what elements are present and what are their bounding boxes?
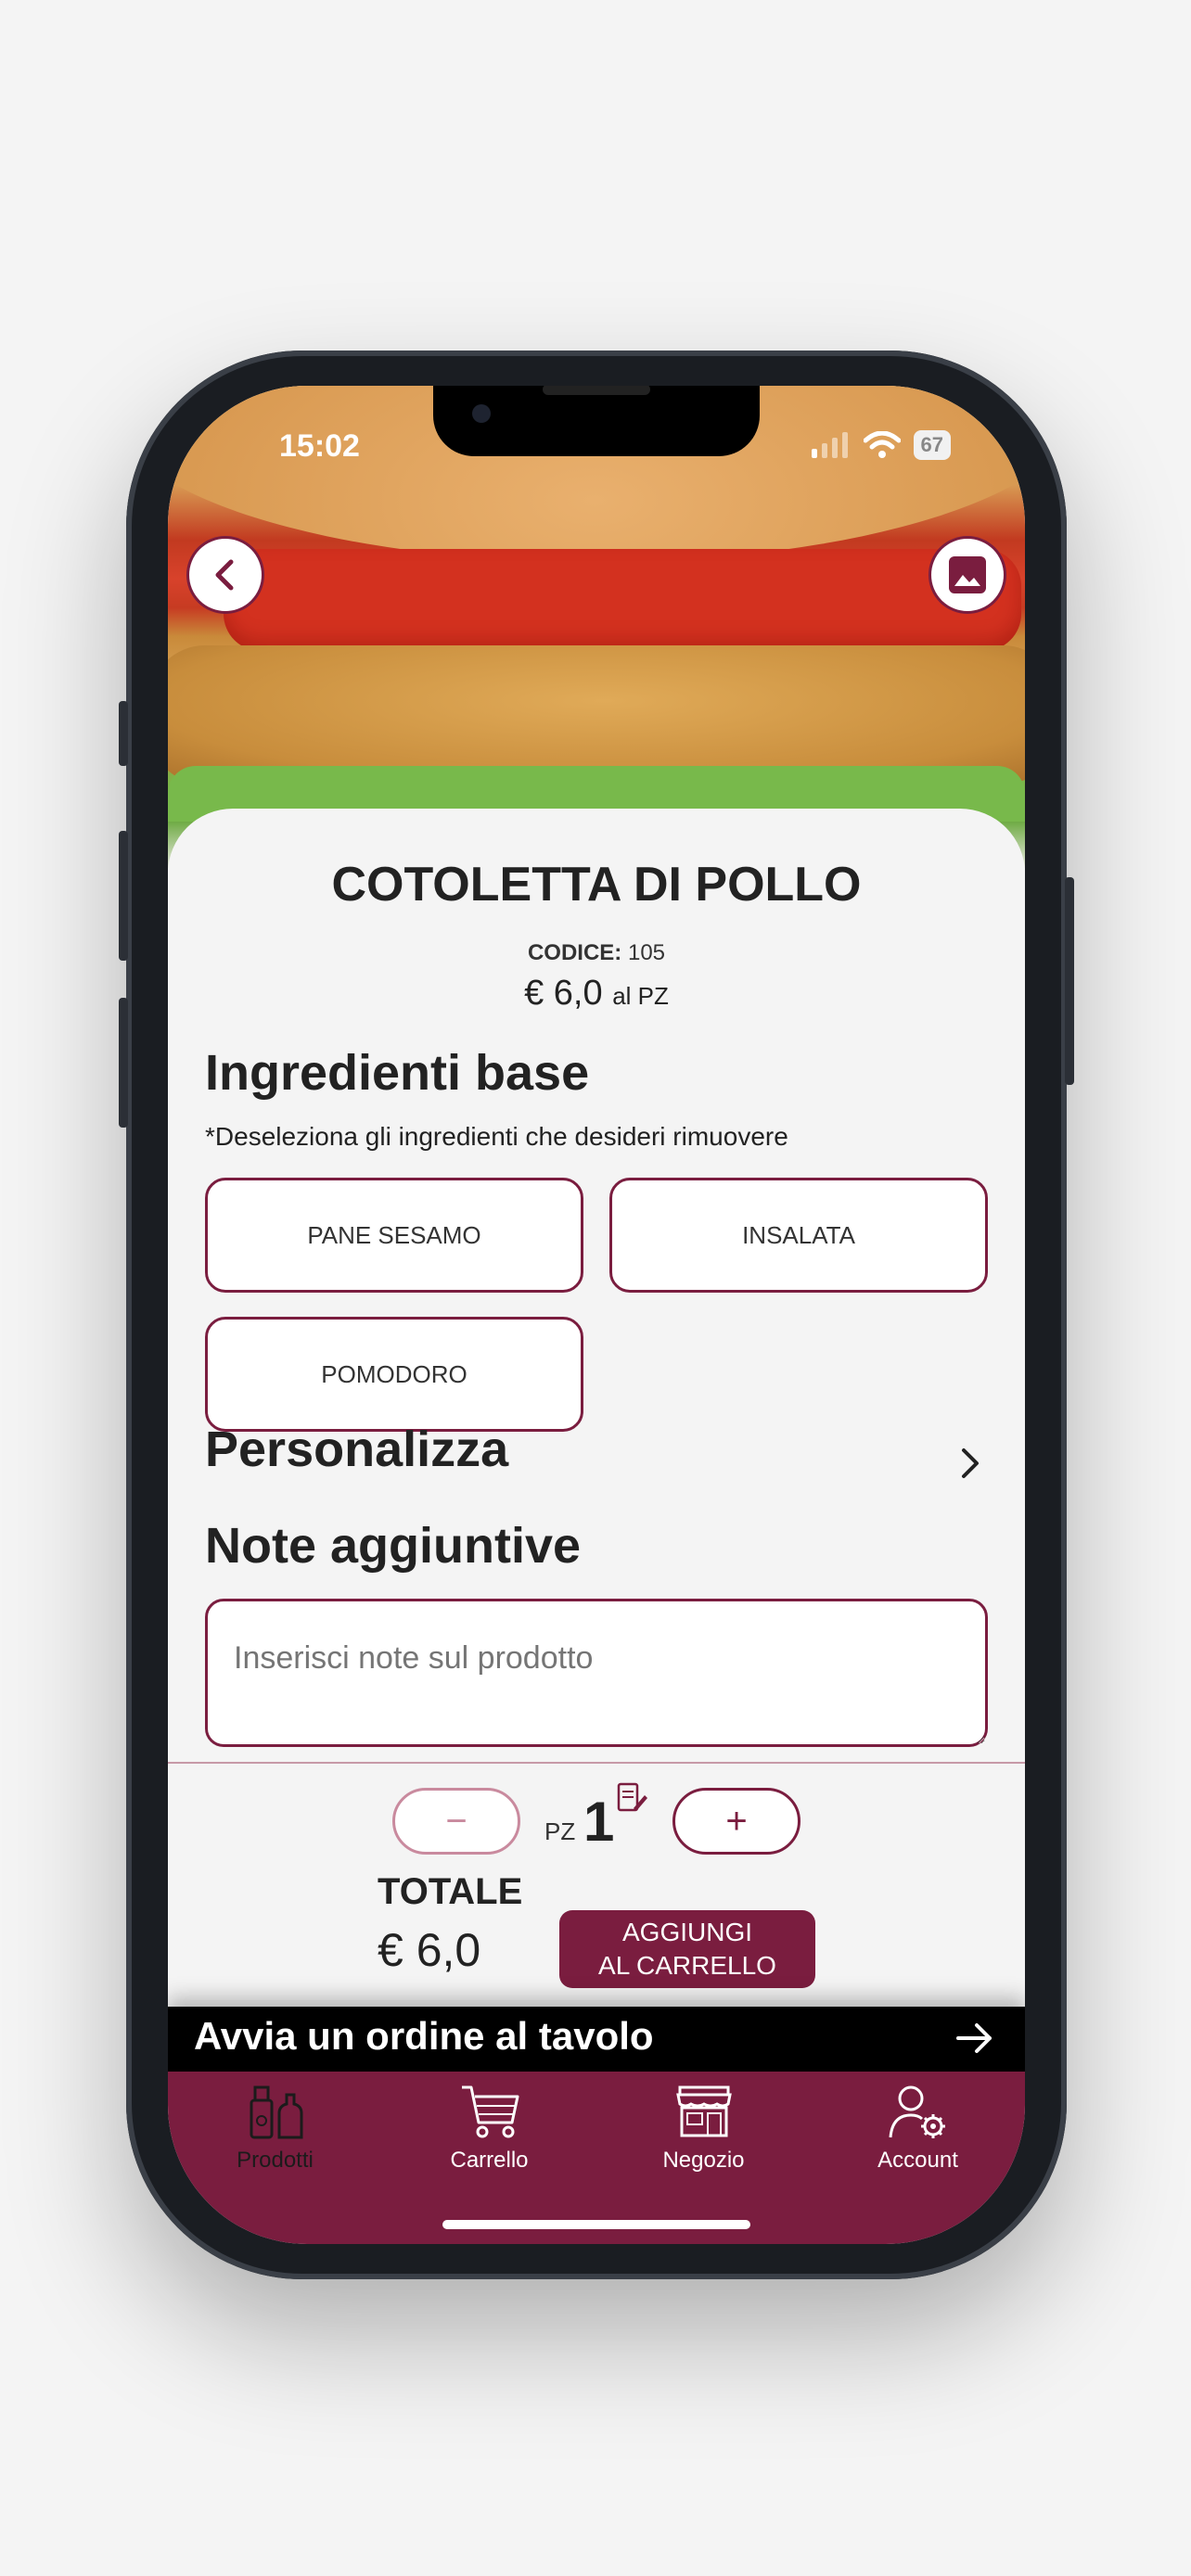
status-bar: 15:02 67 (168, 428, 1025, 471)
tab-carrello[interactable]: Carrello (382, 2079, 596, 2174)
add-to-cart-line2: AL CARRELLO (598, 1951, 776, 1980)
back-button[interactable] (186, 536, 264, 614)
wifi-icon (863, 431, 901, 458)
product-code-label: CODICE: (527, 940, 622, 965)
quantity-value: 1 (583, 1791, 615, 1853)
volume-down-button (119, 998, 128, 1128)
table-order-label: Avvia un ordine al tavolo (194, 2014, 654, 2058)
mute-switch (119, 701, 128, 766)
tab-negozio[interactable]: Negozio (596, 2079, 811, 2174)
product-title: COTOLETTA DI POLLO (331, 858, 862, 912)
tab-prodotti[interactable]: Prodotti (168, 2079, 382, 2174)
increase-quantity-button[interactable]: + (672, 1788, 800, 1855)
total-value: € 6,0 (378, 1924, 481, 1976)
table-order-bar[interactable]: Avvia un ordine al tavolo (168, 2007, 1025, 2072)
battery-icon: 67 (913, 430, 951, 460)
product-price: € 6,0 al PZ (168, 974, 1025, 1014)
ingredient-chip-pane-sesamo[interactable]: PANE SESAMO (205, 1178, 583, 1293)
ingredient-chip-pomodoro[interactable]: POMODORO (205, 1317, 583, 1432)
cart-icon (461, 2085, 519, 2138)
gallery-button[interactable] (928, 536, 1006, 614)
edit-quantity-icon[interactable] (615, 1782, 648, 1816)
tab-account[interactable]: Account (811, 2079, 1025, 2174)
signal-icon (811, 432, 848, 458)
tomato-layer (224, 549, 1021, 651)
customize-heading[interactable]: Personalizza (205, 1421, 508, 1478)
chevron-right-icon[interactable] (951, 1445, 988, 1482)
speaker (543, 386, 650, 395)
bottom-tab-bar: Prodotti Carrello Negozio Account (168, 2072, 1025, 2244)
tab-account-label: Account (877, 2148, 958, 2173)
order-actions: − PZ 1 + TOTALE € 6,0 AGGIUNGI AL CARREL… (168, 1762, 1025, 2007)
power-button (1065, 877, 1074, 1085)
ingredient-chip-insalata[interactable]: INSALATA (609, 1178, 988, 1293)
notes-input[interactable] (205, 1599, 988, 1747)
chevron-left-icon (215, 559, 234, 591)
account-settings-icon (889, 2085, 945, 2138)
tab-prodotti-label: Prodotti (237, 2148, 314, 2173)
home-indicator (442, 2220, 750, 2229)
price-unit: al PZ (612, 982, 669, 1010)
store-icon (675, 2085, 732, 2137)
ingredients-heading: Ingredienti base (205, 1045, 590, 1101)
tab-carrello-label: Carrello (450, 2148, 529, 2173)
image-icon (949, 556, 986, 593)
price-value: € 6,0 (524, 974, 603, 1013)
status-time: 15:02 (279, 428, 360, 464)
tab-negozio-label: Negozio (662, 2148, 745, 2173)
add-to-cart-line1: AGGIUNGI (621, 1918, 752, 1946)
product-code-value: 105 (627, 940, 666, 965)
notes-heading: Note aggiuntive (205, 1518, 582, 1574)
cutlet-layer (168, 645, 1025, 784)
product-code: CODICE: 105 (168, 940, 1025, 966)
total-label: TOTALE (378, 1871, 523, 1912)
products-icon (250, 2085, 302, 2139)
ingredients-hint: *Deseleziona gli ingredienti che desider… (205, 1122, 788, 1151)
phone-screen: 15:02 67 COTOLETTA DI POLLO CODICE: 105 … (168, 386, 1025, 2244)
quantity-unit: PZ (544, 1817, 576, 1845)
front-camera (472, 404, 491, 423)
arrow-right-icon (956, 2023, 992, 2053)
volume-up-button (119, 831, 128, 961)
decrease-quantity-button[interactable]: − (392, 1788, 520, 1855)
add-to-cart-button[interactable]: AGGIUNGI AL CARRELLO (559, 1910, 815, 1988)
